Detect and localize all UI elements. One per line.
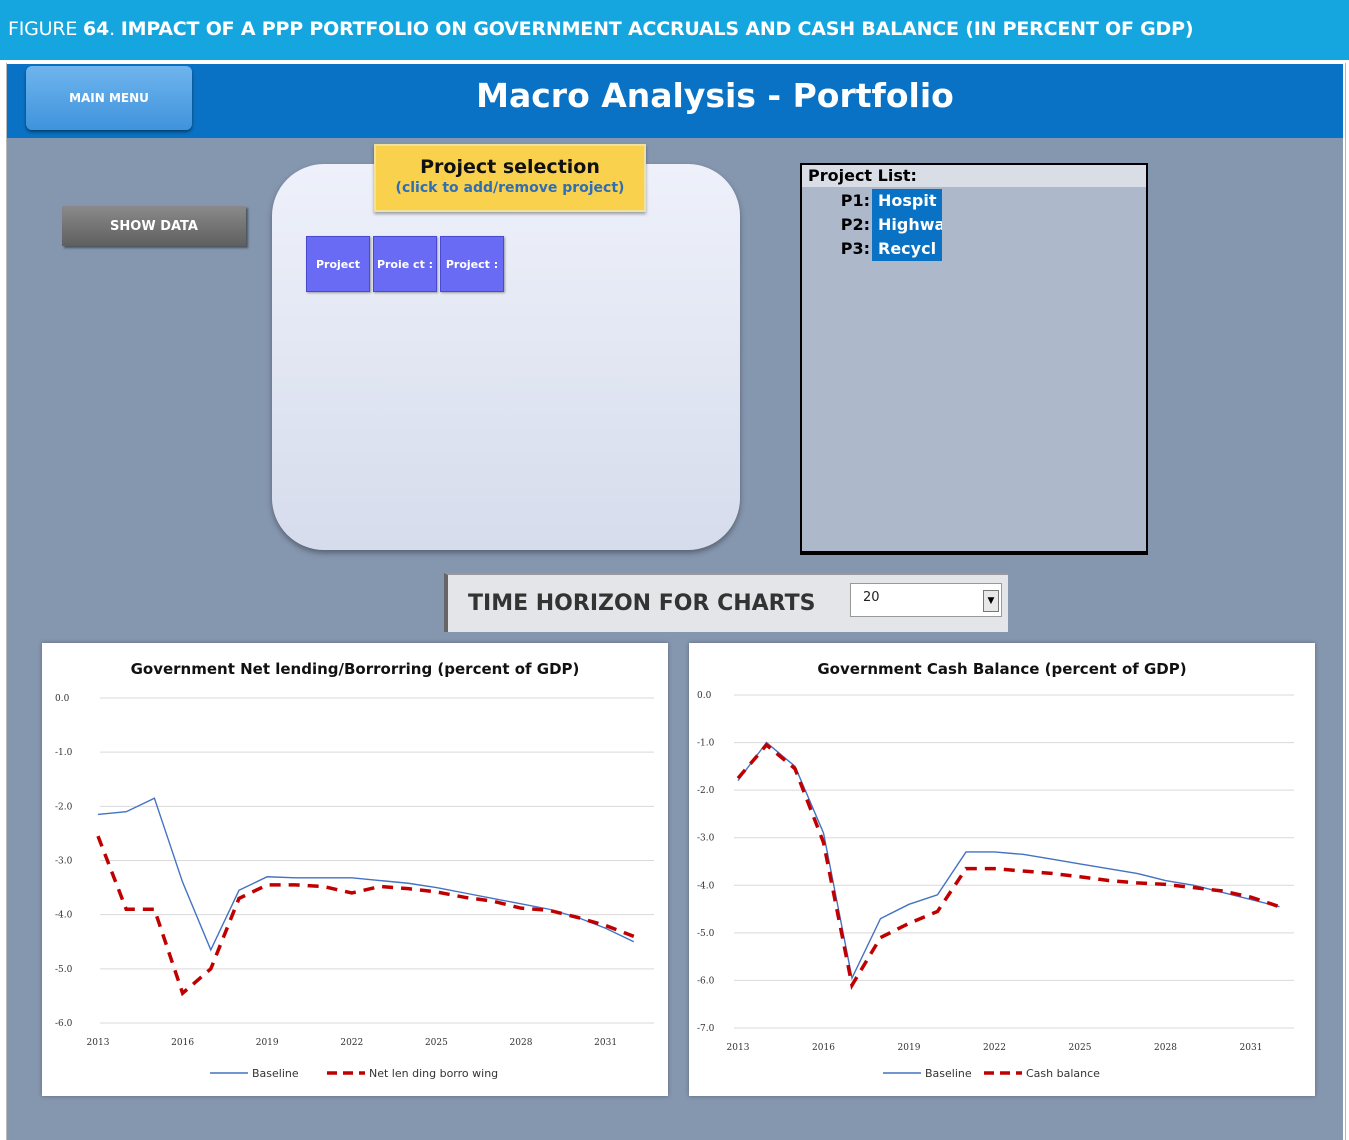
- baseline-series-line: [737, 741, 1280, 981]
- project-button-1[interactable]: Project: [306, 236, 370, 292]
- project-name: Recycl: [872, 237, 942, 261]
- cash-balance-chart-svg: Government Cash Balance (percent of GDP)…: [697, 660, 1294, 1080]
- y-tick-label: -4.0: [55, 911, 73, 921]
- legend-baseline-label: Baseline: [252, 1067, 299, 1080]
- project-code: P1:: [840, 191, 870, 210]
- project-selection-subtitle: (click to add/remove project): [395, 180, 625, 196]
- project-button-3[interactable]: Project :: [440, 236, 504, 292]
- legend-scenario-label: Cash balance: [1026, 1067, 1100, 1080]
- page-title: Macro Analysis - Portfolio: [476, 76, 954, 115]
- cash-balance-chart: Government Cash Balance (percent of GDP)…: [689, 643, 1315, 1096]
- project-code: P2:: [840, 215, 870, 234]
- y-tick-label: 0.0: [55, 694, 70, 704]
- x-tick-label: 2031: [1240, 1043, 1263, 1053]
- project-selection-title: Project selection: [420, 156, 600, 178]
- x-tick-label: 2022: [983, 1043, 1006, 1053]
- y-tick-label: -5.0: [697, 929, 715, 939]
- figure-title: IMPACT OF A PPP PORTFOLIO ON GOVERNMENT …: [120, 18, 1194, 40]
- x-tick-label: 2019: [256, 1038, 279, 1048]
- time-horizon-value: 20: [863, 590, 880, 605]
- figure-caption-text: FIGURE 64. IMPACT OF A PPP PORTFOLIO ON …: [8, 18, 1194, 40]
- project-name: Highwa: [872, 213, 942, 237]
- y-tick-label: 0.0: [697, 691, 712, 701]
- legend-scenario-label: Net len ding borro wing: [369, 1067, 498, 1080]
- x-tick-label: 2019: [898, 1043, 921, 1053]
- figure-number: 64: [83, 18, 110, 40]
- project-list-item[interactable]: P2: Highwa: [802, 213, 1146, 237]
- time-horizon-label: TIME HORIZON FOR CHARTS: [468, 591, 816, 616]
- y-tick-label: -2.0: [55, 802, 73, 812]
- x-tick-label: 2025: [1069, 1043, 1092, 1053]
- main-menu-button[interactable]: MAIN MENU: [26, 66, 192, 130]
- legend-baseline-label: Baseline: [925, 1067, 972, 1080]
- chart-title: Government Cash Balance (percent of GDP): [817, 660, 1186, 678]
- project-selection-header: Project selection (click to add/remove p…: [374, 144, 646, 212]
- project-button-2[interactable]: Proie ct :: [373, 236, 437, 292]
- project-name: Hospit: [872, 189, 942, 213]
- project-list: Project List: P1: Hospit P2: Highwa P3: …: [800, 163, 1148, 555]
- y-tick-label: -2.0: [697, 786, 715, 796]
- project-list-header: Project List:: [802, 165, 1146, 187]
- x-tick-label: 2028: [510, 1038, 533, 1048]
- y-tick-label: -3.0: [697, 834, 715, 844]
- time-horizon-select[interactable]: 20 ▼: [850, 583, 1002, 617]
- x-tick-label: 2016: [171, 1038, 194, 1048]
- y-tick-label: -5.0: [55, 965, 73, 975]
- net-lending-chart-svg: Government Net lending/Borrorring (perce…: [55, 660, 654, 1080]
- show-data-button[interactable]: SHOW DATA: [62, 206, 246, 246]
- baseline-series-line: [97, 797, 635, 952]
- x-tick-label: 2031: [594, 1038, 617, 1048]
- y-tick-label: -7.0: [697, 1024, 715, 1034]
- y-tick-label: -4.0: [697, 881, 715, 891]
- figure-caption: FIGURE 64. IMPACT OF A PPP PORTFOLIO ON …: [0, 0, 1349, 60]
- project-list-item[interactable]: P1: Hospit: [802, 189, 1146, 213]
- x-tick-label: 2013: [727, 1043, 750, 1053]
- scenario-series-line: [736, 742, 1281, 990]
- time-horizon-control: TIME HORIZON FOR CHARTS 20 ▼: [444, 573, 1008, 632]
- y-tick-label: -1.0: [697, 739, 715, 749]
- project-code: P3:: [840, 239, 870, 258]
- x-tick-label: 2022: [340, 1038, 363, 1048]
- net-lending-chart: Government Net lending/Borrorring (perce…: [42, 643, 668, 1096]
- y-tick-label: -6.0: [697, 976, 715, 986]
- x-tick-label: 2028: [1154, 1043, 1177, 1053]
- y-tick-label: -1.0: [55, 748, 73, 758]
- project-selection-panel: [272, 164, 740, 550]
- dropdown-arrow-icon[interactable]: ▼: [983, 590, 999, 612]
- y-tick-label: -3.0: [55, 857, 73, 867]
- x-tick-label: 2016: [812, 1043, 835, 1053]
- y-tick-label: -6.0: [55, 1019, 73, 1029]
- x-tick-label: 2025: [425, 1038, 448, 1048]
- project-list-item[interactable]: P3: Recycl: [802, 237, 1146, 261]
- x-tick-label: 2013: [87, 1038, 110, 1048]
- chart-title: Government Net lending/Borrorring (perce…: [131, 660, 580, 678]
- figure-label: FIGURE: [8, 18, 78, 40]
